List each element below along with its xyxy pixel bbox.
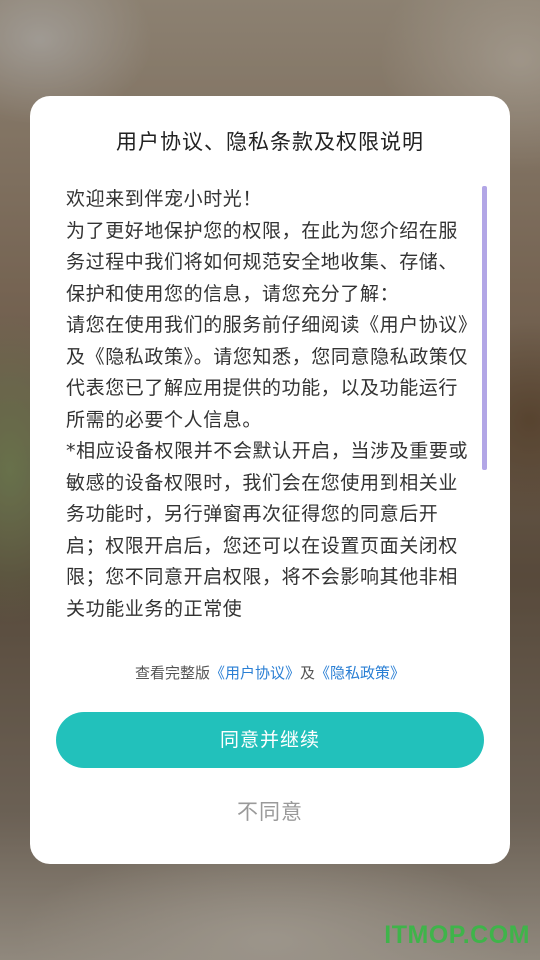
dialog-title: 用户协议、隐私条款及权限说明: [116, 130, 424, 154]
permission-paragraph: *相应设备权限并不会默认开启，当涉及重要或敏感的设备权限时，我们会在您使用到相关…: [66, 440, 469, 620]
disagree-button[interactable]: 不同意: [30, 796, 510, 826]
agree-and-continue-button[interactable]: 同意并继续: [56, 712, 484, 768]
privacy-policy-link[interactable]: 《隐私政策》: [315, 664, 405, 682]
agreement-scroll-area[interactable]: 欢迎来到伴宠小时光！ 为了更好地保护您的权限，在此为您介绍在服务过程中我们将如何…: [66, 184, 476, 638]
links-prefix: 查看完整版: [134, 664, 210, 682]
full-version-links: 查看完整版《用户协议》及《隐私政策》: [30, 662, 510, 683]
privacy-dialog: 用户协议、隐私条款及权限说明 欢迎来到伴宠小时光！ 为了更好地保护您的权限，在此…: [30, 96, 510, 864]
read-policy-paragraph: 请您在使用我们的服务前仔细阅读《用户协议》及《隐私政策》。请您知悉，您同意隐私政…: [66, 314, 469, 431]
user-agreement-link[interactable]: 《用户协议》: [210, 664, 300, 682]
links-conjunction: 及: [300, 664, 316, 682]
agreement-text: 欢迎来到伴宠小时光！ 为了更好地保护您的权限，在此为您介绍在服务过程中我们将如何…: [66, 184, 476, 625]
welcome-paragraph: 欢迎来到伴宠小时光！: [66, 188, 263, 210]
scrollbar-thumb[interactable]: [482, 186, 487, 470]
site-watermark: ITMOP.COM: [384, 921, 530, 949]
intro-paragraph: 为了更好地保护您的权限，在此为您介绍在服务过程中我们将如何规范安全地收集、存储、…: [66, 219, 459, 305]
